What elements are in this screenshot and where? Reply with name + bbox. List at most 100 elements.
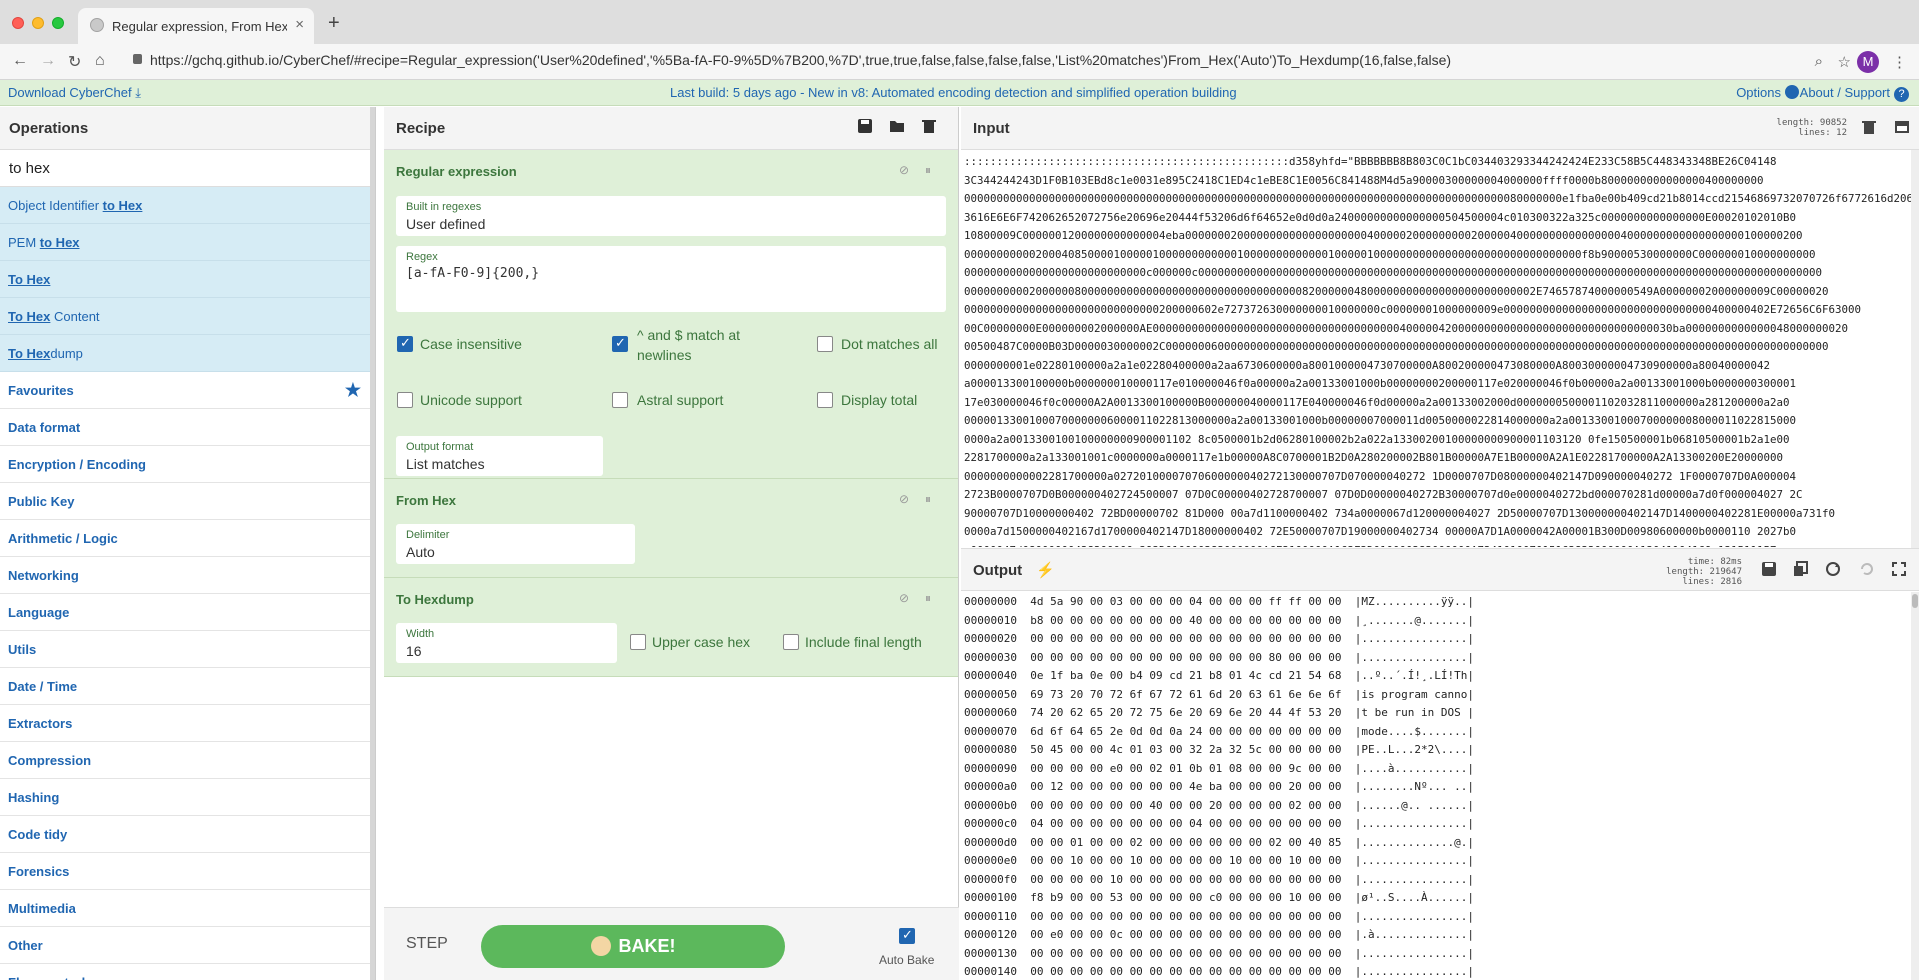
undo-icon[interactable] (1858, 561, 1874, 577)
operation-result-pre: Object Identifier (8, 198, 103, 213)
auto-bake-checkbox[interactable] (899, 927, 915, 944)
category-label: Language (8, 605, 70, 620)
input-line: 00C00000000E000000002000000AE00000000000… (964, 321, 1849, 335)
hexdump-line: 00000100 f8 b9 00 00 53 00 00 00 00 c0 0… (964, 891, 1474, 904)
input-line: 000000000000000000000000000000200000602e… (964, 303, 1862, 316)
download-link[interactable]: Download CyberChef ⤓ (8, 85, 141, 101)
close-tab-icon[interactable]: × (295, 16, 304, 33)
multiline-checkbox[interactable] (612, 335, 628, 352)
step-button[interactable]: STEP (406, 935, 448, 953)
disable-icon[interactable]: ⊘ (899, 591, 909, 605)
layout-icon[interactable] (1894, 119, 1910, 135)
display-total-checkbox[interactable] (817, 392, 833, 408)
category-language[interactable]: Language (0, 594, 375, 631)
back-icon[interactable]: ← (12, 52, 28, 70)
operation-result-match: To Hex (8, 309, 51, 324)
minimize-window-button[interactable] (32, 17, 44, 29)
browser-menu-icon[interactable]: ⋮ (1892, 53, 1907, 71)
auto-bake-label: Auto Bake (879, 953, 935, 967)
delimiter-select[interactable]: Delimiter Auto (396, 524, 635, 564)
operations-search-input[interactable]: to hex (0, 150, 375, 187)
width-value: 16 (406, 643, 422, 659)
category-date-time[interactable]: Date / Time (0, 668, 375, 705)
disable-icon[interactable]: ⊘ (899, 492, 909, 506)
maximize-output-icon[interactable] (1891, 561, 1907, 577)
final-length-checkbox[interactable] (783, 634, 799, 650)
category-public-key[interactable]: Public Key (0, 483, 375, 520)
case-insensitive-checkbox[interactable] (397, 335, 413, 352)
clear-input-icon[interactable] (1861, 119, 1877, 135)
category-encryption-encoding[interactable]: Encryption / Encoding (0, 446, 375, 483)
chef-hat-icon (90, 18, 104, 32)
options-link[interactable]: Options (1736, 85, 1799, 100)
profile-avatar[interactable]: M (1857, 51, 1879, 73)
download-label: Download CyberChef (8, 85, 132, 100)
operation-result-match: To Hex (8, 346, 51, 361)
unicode-label: Unicode support (420, 392, 522, 408)
input-textarea[interactable]: ::::::::::::::::::::::::::::::::::::::::… (964, 153, 1912, 547)
recipe-controls: STEP BAKE! Auto Bake (384, 907, 959, 980)
upper-case-checkbox[interactable] (630, 634, 646, 650)
browser-tab[interactable]: Regular expression, From Hex, × (78, 8, 314, 44)
output-textarea[interactable]: 00000000 4d 5a 90 00 03 00 00 00 04 00 0… (964, 593, 1912, 980)
options-label: Options (1736, 85, 1781, 100)
builtin-regex-select[interactable]: Built in regexes User defined (396, 196, 946, 236)
unicode-checkbox[interactable] (397, 392, 413, 408)
operation-result[interactable]: PEM to Hex (0, 224, 375, 261)
bake-button[interactable]: BAKE! (481, 925, 785, 968)
home-icon[interactable]: ⌂ (95, 52, 105, 70)
operation-result[interactable]: To Hex Content (0, 298, 375, 335)
bookmark-star-icon[interactable]: ☆ (1838, 53, 1851, 71)
pause-icon[interactable]: ⏸ (925, 492, 931, 507)
category-favourites[interactable]: Favourites ★ (0, 372, 375, 409)
category-code-tidy[interactable]: Code tidy (0, 816, 375, 853)
copy-icon[interactable] (1793, 561, 1809, 577)
category-forensics[interactable]: Forensics (0, 853, 375, 890)
folder-icon[interactable] (889, 118, 905, 134)
output-scroll-thumb[interactable] (1912, 594, 1918, 608)
hexdump-line: 00000140 00 00 00 00 00 00 00 00 00 00 0… (964, 965, 1474, 978)
build-notice[interactable]: Last build: 5 days ago - New in v8: Auto… (670, 85, 1237, 100)
operations-scrollbar[interactable] (370, 107, 375, 980)
category-data-format[interactable]: Data format (0, 409, 375, 446)
category-networking[interactable]: Networking (0, 557, 375, 594)
output-scrollbar[interactable] (1911, 592, 1919, 980)
url-input[interactable]: https://gchq.github.io/CyberChef/#recipe… (133, 52, 1451, 68)
regex-operation: Regular expression ⊘ ⏸ Built in regexes … (384, 150, 958, 479)
hexdump-line: 00000130 00 00 00 00 00 00 00 00 00 00 0… (964, 946, 1474, 960)
magic-wand-icon[interactable]: ⚡ (1036, 561, 1055, 579)
category-flow-control[interactable]: Flow control (0, 964, 375, 980)
category-utils[interactable]: Utils (0, 631, 375, 668)
category-multimedia[interactable]: Multimedia (0, 890, 375, 927)
output-format-select[interactable]: Output format List matches (396, 436, 603, 476)
operation-result[interactable]: To Hex (0, 261, 375, 298)
save-output-icon[interactable] (1761, 561, 1777, 577)
new-tab-icon[interactable]: + (328, 12, 340, 35)
operation-result[interactable]: To Hexdump (0, 335, 375, 372)
forward-icon[interactable]: → (40, 52, 56, 70)
pause-icon[interactable]: ⏸ (925, 163, 931, 178)
disable-icon[interactable]: ⊘ (899, 163, 909, 177)
input-scrollbar[interactable] (1911, 150, 1919, 548)
input-line: 0000a7d1500000402167d1700000402147D18000… (964, 525, 1797, 538)
category-compression[interactable]: Compression (0, 742, 375, 779)
regex-field[interactable]: Regex [a-fA-F0-9]{200,} (396, 246, 946, 312)
close-window-button[interactable] (12, 17, 24, 29)
about-link[interactable]: About / Support? (1800, 85, 1909, 102)
category-other[interactable]: Other (0, 927, 375, 964)
category-arithmetic-logic[interactable]: Arithmetic / Logic (0, 520, 375, 557)
zoom-icon[interactable]: ⌕ (1815, 53, 1823, 70)
pause-icon[interactable]: ⏸ (925, 591, 931, 606)
maximize-window-button[interactable] (52, 17, 64, 29)
swap-io-icon[interactable] (1825, 561, 1841, 577)
operation-result[interactable]: Object Identifier to Hex (0, 187, 375, 224)
io-panel: Input length: 90852 lines: 12 ::::::::::… (961, 107, 1919, 980)
astral-checkbox[interactable] (612, 392, 628, 408)
save-icon[interactable] (857, 118, 873, 134)
width-input[interactable]: Width 16 (396, 623, 617, 663)
category-extractors[interactable]: Extractors (0, 705, 375, 742)
category-hashing[interactable]: Hashing (0, 779, 375, 816)
dot-all-checkbox[interactable] (817, 336, 833, 352)
reload-icon[interactable]: ↻ (68, 52, 81, 72)
trash-icon[interactable] (921, 118, 937, 134)
